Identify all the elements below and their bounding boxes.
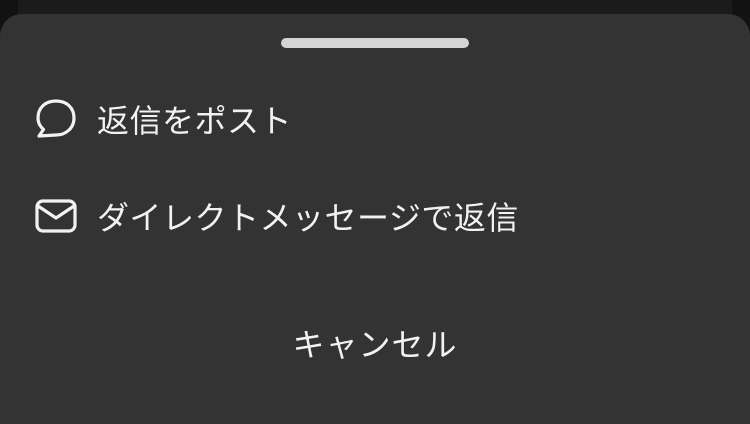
background-content [18, 0, 732, 14]
cancel-button[interactable]: キャンセル [0, 308, 750, 378]
post-reply-label: 返信をポスト [97, 102, 293, 140]
envelope-icon [34, 194, 78, 238]
direct-message-reply-label: ダイレクトメッセージで返信 [97, 199, 519, 237]
direct-message-reply-option[interactable]: ダイレクトメッセージで返信 [0, 176, 750, 256]
speech-bubble-icon [34, 97, 78, 141]
sheet-grabber-handle[interactable] [281, 38, 469, 48]
reply-action-sheet: 返信をポスト ダイレクトメッセージで返信 キャンセル [0, 14, 750, 424]
post-reply-option[interactable]: 返信をポスト [0, 79, 750, 159]
